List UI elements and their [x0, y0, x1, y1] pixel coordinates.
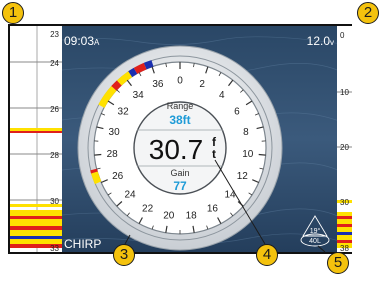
flasher-dial: 0 24681012141618202224262830323436 Range …: [77, 45, 283, 251]
right-depth-label: 20: [340, 143, 349, 152]
left-depth-label: 33: [50, 244, 59, 253]
depth-scale-label: 28: [107, 149, 119, 160]
depth-scale-label: 20: [163, 211, 175, 222]
callout-5: 5: [327, 252, 349, 274]
left-sonar-panel: 23 24 26 28 30 33: [10, 26, 62, 253]
fishfinder-screen: 23 24 26 28 30 33 0 10 20 30 38 09:03A 1…: [8, 24, 352, 254]
gauge-depth: 40L: [309, 238, 321, 245]
depth-scale-label: 16: [207, 203, 219, 214]
battery-voltage: 12.0v: [307, 34, 334, 48]
gain-value: 77: [173, 179, 187, 193]
depth-scale-label: 34: [133, 90, 145, 101]
right-depth-label: 30: [340, 198, 349, 207]
depth-scale-label: 0: [177, 76, 183, 87]
right-depth-label: 10: [340, 88, 349, 97]
right-depth-label: 0: [340, 31, 345, 40]
callout-3: 3: [113, 244, 135, 266]
depth-scale-label: 26: [112, 171, 124, 182]
flasher-return-segment: [128, 67, 138, 78]
depth-scale-tick: [258, 153, 266, 156]
depth-scale-label: 18: [186, 211, 198, 222]
depth-scale-label: 8: [243, 127, 249, 138]
range-label: Range: [167, 101, 194, 111]
left-depth-label: 26: [50, 105, 59, 114]
gain-label: Gain: [170, 168, 189, 178]
left-depth-label: 24: [50, 59, 59, 68]
flasher-return-segment: [143, 60, 154, 70]
depth-scale-label: 14: [224, 190, 236, 201]
flasher-return-segment: [111, 80, 122, 91]
depth-scale-label: 12: [237, 171, 249, 182]
left-depth-label: 30: [50, 197, 59, 206]
flasher-return-segment: [133, 62, 147, 74]
depth-scale-label: 6: [234, 106, 240, 117]
depth-scale-label: 22: [142, 203, 154, 214]
depth-scale-label: 24: [124, 190, 136, 201]
callout-2: 2: [357, 2, 379, 24]
depth-scale-label: 32: [118, 106, 130, 117]
range-value: 38ft: [169, 113, 190, 127]
depth-scale-label: 2: [199, 79, 205, 90]
sonar-mode-label: CHIRP: [64, 237, 101, 251]
depth-scale-tick: [94, 153, 102, 156]
flasher-return-segment: [91, 171, 102, 185]
callout-4: 4: [256, 244, 278, 266]
callout-1: 1: [2, 2, 24, 24]
flasher-return-segment: [90, 168, 98, 174]
right-sonar-panel: 0 10 20 30 38: [337, 26, 352, 253]
left-depth-label: 28: [50, 151, 59, 160]
depth-scale-label: 30: [109, 127, 121, 138]
depth-scale-label: 4: [219, 90, 225, 101]
depth-unit-bottom: t: [212, 147, 216, 161]
water-temperature: 19°: [310, 227, 321, 235]
left-depth-label: 23: [50, 30, 59, 39]
depth-scale-label: 10: [242, 149, 254, 160]
depth-readout: 30.7: [149, 134, 204, 165]
depth-scale-label: 36: [152, 79, 164, 90]
